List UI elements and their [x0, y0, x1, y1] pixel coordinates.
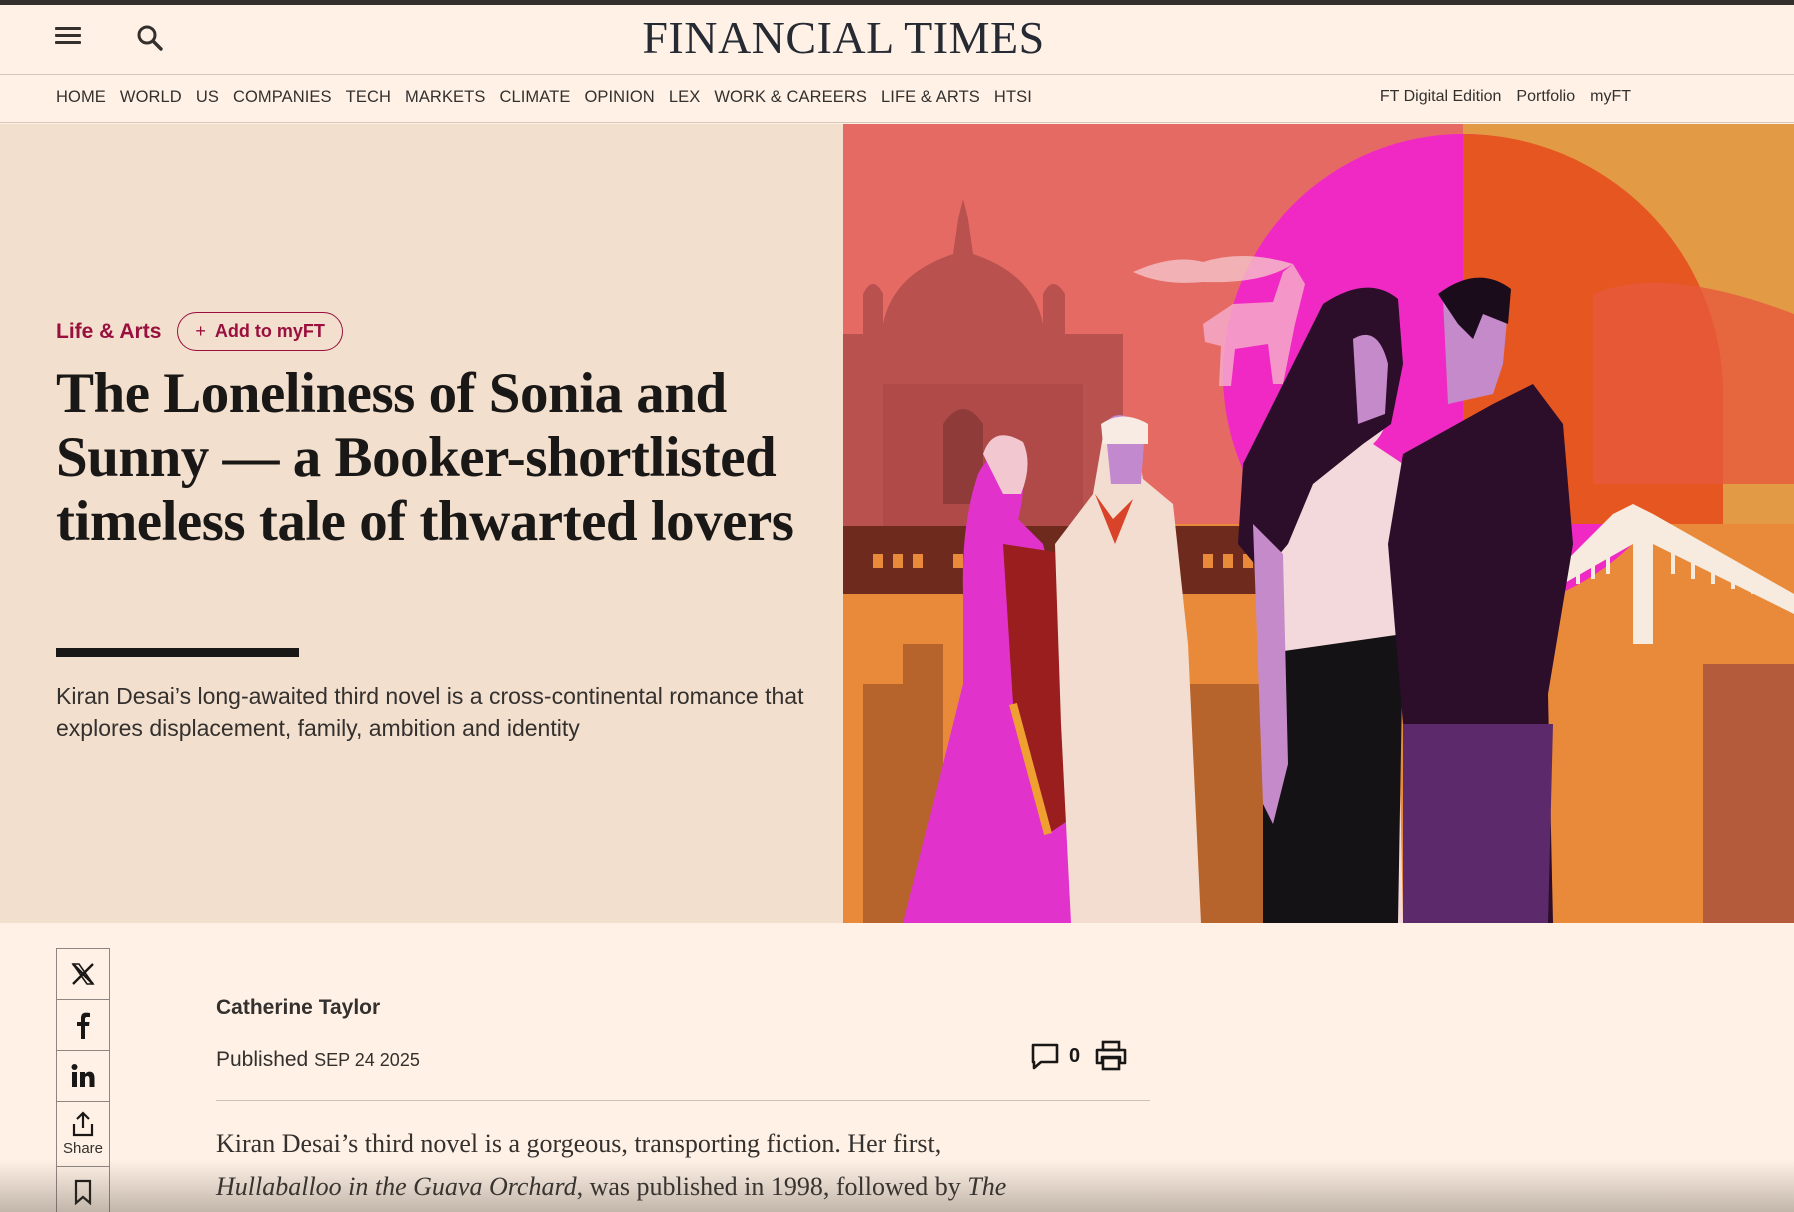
- nav-companies[interactable]: COMPANIES: [233, 88, 332, 107]
- linkedin-icon: [71, 1064, 95, 1087]
- add-to-myft-label: Add to myFT: [214, 321, 325, 341]
- nav-ft-digital-edition[interactable]: FT Digital Edition: [1380, 88, 1502, 106]
- article-tag-row: Life & Arts + Add to myFT: [56, 312, 343, 351]
- comment-icon[interactable]: [1030, 1041, 1060, 1071]
- facebook-icon: [77, 1012, 90, 1039]
- main-navigation: HOME WORLD US COMPANIES TECH MARKETS CLI…: [0, 76, 1794, 123]
- article-standfirst: Kiran Desai’s long-awaited third novel i…: [56, 683, 804, 741]
- nav-portfolio[interactable]: Portfolio: [1516, 88, 1575, 106]
- nav-tech[interactable]: TECH: [346, 88, 391, 107]
- x-share-button[interactable]: [56, 948, 110, 1000]
- x-icon: [71, 963, 95, 985]
- nav-markets[interactable]: MARKETS: [405, 88, 485, 107]
- body-mid-text: , was published in 1998, followed by: [576, 1172, 968, 1201]
- print-icon[interactable]: [1094, 1040, 1128, 1072]
- share-icon: [72, 1111, 94, 1137]
- nav-htsi[interactable]: HTSI: [994, 88, 1032, 107]
- article-body-paragraph: Kiran Desai’s third novel is a gorgeous,…: [216, 1122, 1136, 1208]
- share-rail: Share: [56, 948, 110, 1212]
- nav-myft[interactable]: myFT: [1590, 88, 1631, 106]
- article-hero: Life & Arts + Add to myFT The Loneliness…: [0, 124, 1794, 923]
- nav-home[interactable]: HOME: [56, 88, 106, 107]
- byline-divider: [216, 1100, 1150, 1101]
- hero-illustration: [843, 124, 1794, 923]
- bookmark-icon: [74, 1179, 92, 1205]
- comment-count[interactable]: 0: [1069, 1045, 1080, 1068]
- book-title-hullaballoo: Hullaballoo in the Guava Orchard: [216, 1172, 577, 1201]
- linkedin-share-button[interactable]: [56, 1050, 110, 1102]
- nav-world[interactable]: WORLD: [120, 88, 182, 107]
- nav-work-careers[interactable]: WORK & CAREERS: [714, 88, 867, 107]
- article-headline: The Loneliness of Sonia and Sunny — a Bo…: [56, 362, 794, 553]
- nav-lex[interactable]: LEX: [669, 88, 701, 107]
- author-byline[interactable]: Catherine Taylor: [216, 996, 380, 1020]
- facebook-share-button[interactable]: [56, 999, 110, 1051]
- share-label: Share: [62, 1140, 104, 1157]
- nav-opinion[interactable]: OPINION: [584, 88, 654, 107]
- book-title-next: The: [967, 1172, 1007, 1201]
- add-to-myft-button[interactable]: + Add to myFT: [177, 312, 343, 351]
- share-button[interactable]: Share: [56, 1101, 110, 1167]
- save-article-button[interactable]: [56, 1166, 110, 1212]
- site-header: FINANCIAL TIMES: [0, 5, 1794, 75]
- section-tag[interactable]: Life & Arts: [56, 320, 161, 344]
- published-date: Published SEP 24 2025: [216, 1048, 420, 1072]
- published-label: Published: [216, 1048, 309, 1071]
- masthead-logo[interactable]: FINANCIAL TIMES: [0, 11, 1687, 64]
- body-intro-text: Kiran Desai’s third novel is a gorgeous,…: [216, 1129, 942, 1158]
- nav-us[interactable]: US: [196, 88, 219, 107]
- headline-rule: [56, 648, 299, 657]
- nav-climate[interactable]: CLIMATE: [499, 88, 570, 107]
- article-tools: 0: [1030, 1040, 1128, 1072]
- plus-icon: +: [195, 321, 206, 341]
- published-date-value: SEP 24 2025: [314, 1050, 420, 1070]
- nav-life-arts[interactable]: LIFE & ARTS: [881, 88, 980, 107]
